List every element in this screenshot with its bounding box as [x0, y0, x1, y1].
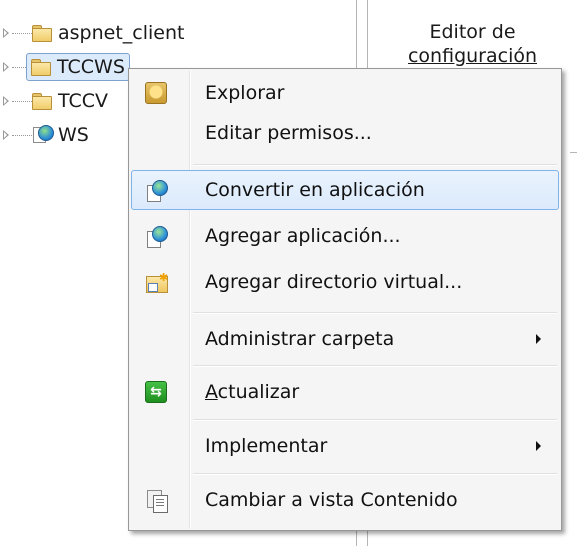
submenu-arrow-icon	[536, 441, 541, 451]
configuration-editor-tile[interactable]: Editor de configuración	[368, 20, 577, 68]
tree-item-label: WS	[58, 124, 89, 146]
virtual-directory-icon: ✱	[145, 271, 168, 293]
tree-item-tccv[interactable]: TCCV	[0, 86, 108, 116]
tree-connector	[12, 134, 32, 136]
menu-item-editar-permisos[interactable]: Editar permisos...	[131, 113, 559, 153]
tree-selection: TCCWS	[26, 53, 130, 81]
divider	[570, 152, 577, 153]
expand-arrow-icon[interactable]	[3, 28, 9, 38]
refresh-icon: ⇆	[145, 381, 167, 403]
menu-item-actualizar[interactable]: ⇆ Actualizar	[131, 372, 559, 412]
menu-item-cambiar-a-vista-contenido[interactable]: Cambiar a vista Contenido	[131, 480, 559, 520]
explore-icon	[145, 82, 167, 104]
web-app-globe-icon	[32, 125, 54, 145]
menu-item-agregar-directorio-virtual[interactable]: ✱ Agregar directorio virtual...	[131, 262, 559, 302]
tree-item-label: TCCWS	[57, 56, 125, 78]
menu-item-administrar-carpeta[interactable]: Administrar carpeta	[131, 319, 559, 359]
menu-separator	[193, 164, 557, 166]
folder-icon	[32, 25, 52, 42]
menu-item-label: Actualizar	[205, 381, 300, 403]
menu-item-label: Explorar	[205, 82, 285, 104]
menu-item-convertir-en-aplicacion[interactable]: Convertir en aplicación	[131, 170, 559, 210]
folder-icon	[31, 59, 51, 76]
folder-icon	[32, 93, 52, 110]
menu-item-label: Cambiar a vista Contenido	[205, 489, 458, 511]
context-menu: Explorar Editar permisos... Convertir en…	[128, 68, 562, 531]
menu-separator	[193, 419, 557, 421]
menu-item-label: Editar permisos...	[205, 122, 372, 144]
tree-connector	[12, 32, 32, 34]
content-view-icon	[145, 489, 168, 513]
menu-item-explorar[interactable]: Explorar	[131, 73, 559, 113]
tree-item-tccws[interactable]: TCCWS	[0, 52, 130, 82]
menu-item-label: Administrar carpeta	[205, 328, 395, 350]
tile-label-line1: Editor de	[429, 21, 516, 43]
menu-item-implementar[interactable]: Implementar	[131, 426, 559, 466]
tree-connector	[12, 66, 26, 68]
menu-item-label: Convertir en aplicación	[205, 179, 425, 201]
tree-item-ws[interactable]: WS	[0, 120, 89, 150]
application-icon	[145, 179, 168, 202]
submenu-arrow-icon	[536, 334, 541, 344]
tree-item-label: TCCV	[58, 90, 109, 112]
menu-separator	[193, 312, 557, 314]
menu-item-label: Agregar directorio virtual...	[205, 271, 463, 293]
menu-separator	[193, 473, 557, 475]
expand-arrow-icon[interactable]	[3, 96, 9, 106]
expand-arrow-icon[interactable]	[3, 62, 9, 72]
application-icon	[145, 225, 168, 248]
menu-item-label: Agregar aplicación...	[205, 225, 401, 247]
tree-connector	[12, 100, 32, 102]
menu-item-label: Implementar	[205, 435, 328, 457]
menu-item-agregar-aplicacion[interactable]: Agregar aplicación...	[131, 216, 559, 256]
tree-item-label: aspnet_client	[58, 22, 185, 44]
expand-arrow-icon[interactable]	[3, 130, 9, 140]
menu-separator	[193, 365, 557, 367]
tree-item-aspnet-client[interactable]: aspnet_client	[0, 18, 184, 48]
tile-label-line2: configuración	[407, 45, 538, 67]
